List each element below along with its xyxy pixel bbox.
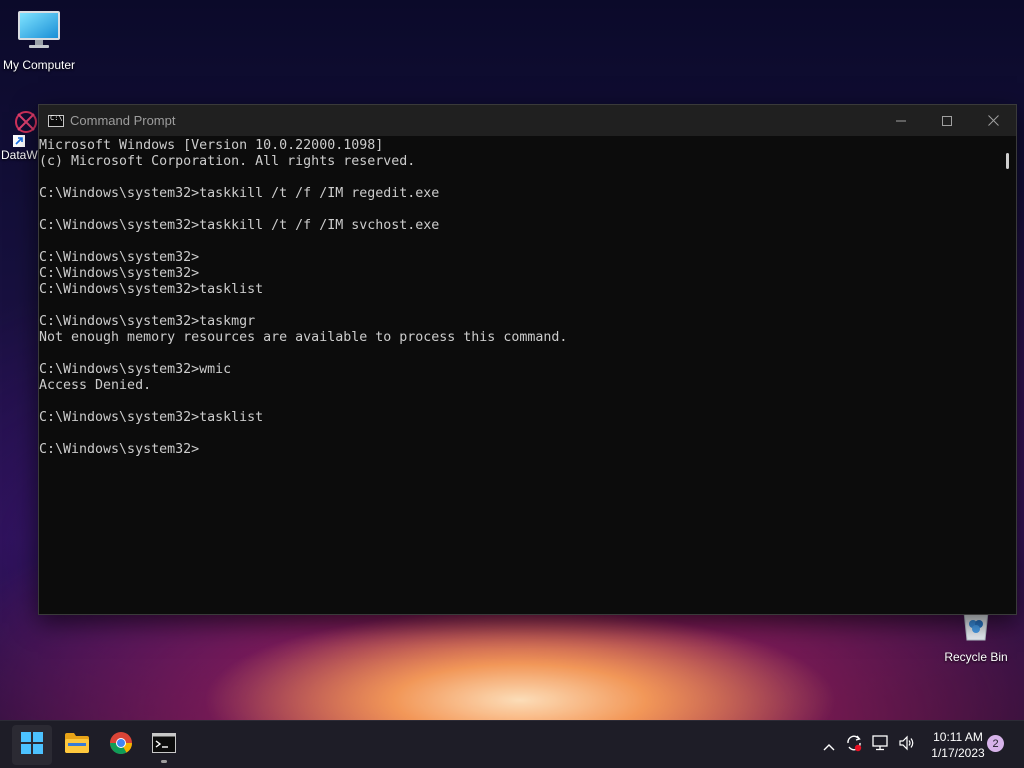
recycle-bin-icon	[958, 610, 994, 646]
close-icon	[987, 115, 999, 126]
desktop-icon-label: My Computer	[2, 58, 76, 72]
console-line: (c) Microsoft Corporation. All rights re…	[39, 154, 416, 169]
window-title: Command Prompt	[70, 113, 176, 128]
monitor-icon	[17, 10, 61, 54]
taskbar-chrome[interactable]	[101, 725, 141, 765]
clock[interactable]: 10:11 AM 1/17/2023	[922, 729, 994, 761]
console-line: Not enough memory resources are availabl…	[39, 330, 568, 345]
sync-icon	[845, 734, 863, 756]
console-line: C:\Windows\system32>	[39, 442, 200, 457]
network-button[interactable]	[869, 721, 893, 768]
taskbar-command-prompt[interactable]	[144, 725, 184, 765]
sync-status-button[interactable]	[842, 721, 866, 768]
active-indicator	[161, 760, 167, 763]
console-line: C:\Windows\system32>	[39, 250, 200, 265]
taskbar-file-explorer[interactable]	[57, 725, 97, 765]
console-line: C:\Windows\system32>taskkill /t /f /IM r…	[39, 186, 440, 201]
terminal-icon	[48, 114, 64, 127]
console-line: C:\Windows\system32>taskmgr	[39, 314, 256, 329]
chevron-up-icon	[823, 736, 835, 755]
volume-icon	[898, 735, 916, 755]
folder-icon	[64, 732, 90, 758]
volume-button[interactable]	[895, 721, 919, 768]
desktop-icon-my-computer[interactable]: My Computer	[0, 10, 81, 72]
console-output[interactable]: Microsoft Windows [Version 10.0.22000.10…	[39, 136, 1004, 614]
minimize-icon	[896, 116, 906, 126]
console-scrollbar[interactable]	[1004, 136, 1016, 614]
command-prompt-window[interactable]: Command Prompt Microsoft Windows [Versio…	[38, 104, 1017, 615]
show-hidden-icons-button[interactable]	[818, 721, 840, 768]
maximize-icon	[942, 115, 952, 126]
scrollbar-thumb[interactable]	[1006, 153, 1009, 169]
notification-badge[interactable]: 2	[987, 735, 1004, 752]
close-button[interactable]	[970, 105, 1016, 136]
console-line: Microsoft Windows [Version 10.0.22000.10…	[39, 138, 384, 153]
minimize-button[interactable]	[878, 105, 924, 136]
window-titlebar[interactable]: Command Prompt	[39, 105, 1016, 136]
maximize-button[interactable]	[924, 105, 970, 136]
console-line: C:\Windows\system32>tasklist	[39, 282, 264, 297]
chrome-icon	[109, 731, 133, 759]
desktop-icon-label: DataW	[1, 148, 38, 162]
desktop-icon-recycle-bin[interactable]: Recycle Bin	[934, 610, 1018, 664]
console-line: C:\Windows\system32>taskkill /t /f /IM s…	[39, 218, 440, 233]
start-button[interactable]	[12, 725, 52, 765]
window-controls	[878, 105, 1016, 136]
desktop-icon-label: Recycle Bin	[944, 650, 1008, 664]
clock-time: 10:11 AM	[933, 730, 983, 744]
console-line: Access Denied.	[39, 378, 152, 393]
console-line: C:\Windows\system32>wmic	[39, 362, 232, 377]
console-line: C:\Windows\system32>	[39, 266, 200, 281]
console-line: C:\Windows\system32>tasklist	[39, 410, 264, 425]
terminal-icon	[152, 733, 176, 757]
windows-start-icon	[21, 732, 43, 758]
network-icon	[872, 735, 890, 755]
taskbar: 10:11 AM 1/17/2023	[0, 720, 1024, 768]
clock-date: 1/17/2023	[931, 746, 985, 760]
